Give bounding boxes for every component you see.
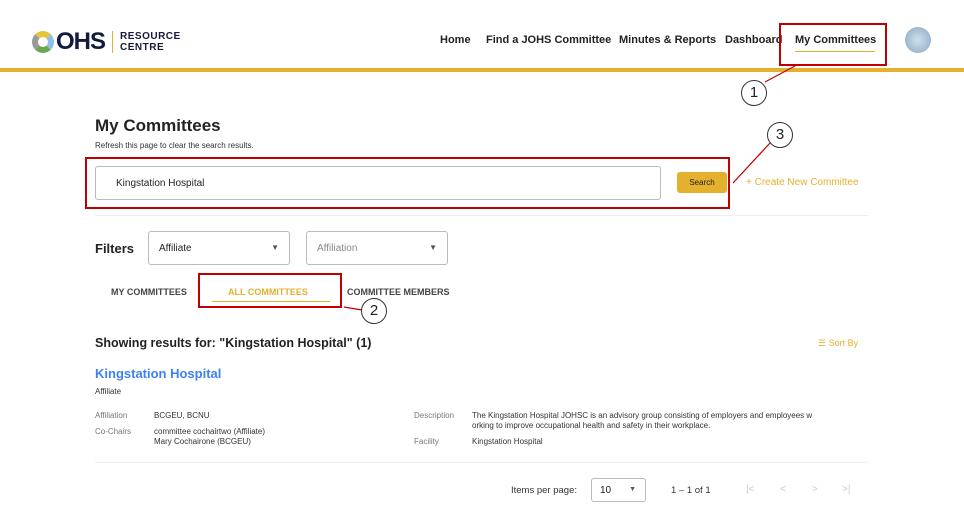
callout-1: 1 [741,80,767,106]
callout-3: 3 [767,122,793,148]
callout-2: 2 [361,298,387,324]
annotation-arrows [343,65,796,311]
